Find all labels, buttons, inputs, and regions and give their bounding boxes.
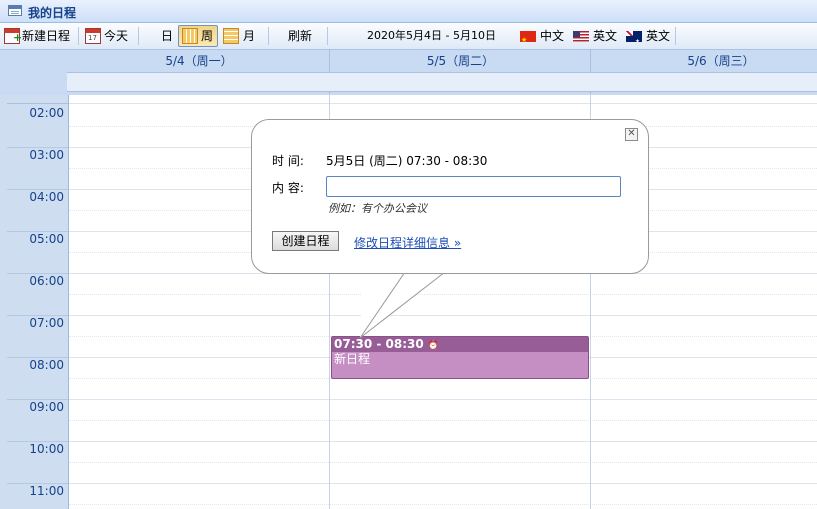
- us-flag-icon: [573, 31, 589, 42]
- calendar-event[interactable]: 07:30 - 08:30 ⏰ 新日程: [331, 336, 589, 379]
- day-header-mon[interactable]: 5/4（周一）: [68, 50, 330, 72]
- time-label: 02:00: [29, 106, 64, 120]
- today-calendar-icon: [85, 28, 101, 44]
- lang-cn-label: 中文: [540, 29, 565, 43]
- content-field-label: 内 容:: [272, 181, 304, 195]
- close-icon[interactable]: ✕: [625, 128, 638, 141]
- time-label: 07:00: [29, 316, 64, 330]
- time-column: 02:00 03:00 04:00 05:00 06:00 07:00 08:0…: [0, 95, 69, 509]
- week-grid-icon: [182, 28, 198, 44]
- time-column-gap: [0, 95, 68, 103]
- time-label: 05:00: [29, 232, 64, 246]
- time-field-label: 时 间:: [272, 154, 304, 168]
- lang-en-au-button[interactable]: 英文: [626, 25, 672, 53]
- title-bar: 我的日程: [0, 0, 817, 23]
- create-event-button[interactable]: 创建日程: [272, 231, 339, 251]
- today-button[interactable]: 今天: [83, 25, 133, 47]
- month-grid-icon: [223, 28, 239, 44]
- half-hour-line: [69, 504, 817, 505]
- time-label: 08:00: [29, 358, 64, 372]
- lang-en-au-label: 英文: [646, 29, 671, 43]
- today-label: 今天: [104, 29, 129, 43]
- toolbar-separator: [138, 27, 139, 45]
- time-label: 03:00: [29, 148, 64, 162]
- australia-flag-icon: [626, 31, 642, 53]
- day-header: 5/4（周一） 5/5（周二） 5/6（周三）: [0, 50, 817, 95]
- content-input[interactable]: [326, 176, 621, 197]
- half-hour-line: [69, 462, 817, 463]
- hour-line: [69, 103, 817, 104]
- toolbar-separator: [268, 27, 269, 45]
- hour-line: [69, 399, 817, 400]
- popup-tail: [359, 272, 446, 339]
- new-event-label: 新建日程: [22, 29, 71, 43]
- time-label: 09:00: [29, 400, 64, 414]
- toolbar-separator: [78, 27, 79, 45]
- lang-en-us-label: 英文: [593, 29, 618, 43]
- refresh-button[interactable]: 刷新: [285, 25, 319, 47]
- day-header-tue[interactable]: 5/5（周二）: [330, 50, 591, 72]
- calendar-list-icon: [8, 5, 22, 16]
- new-event-icon: [4, 28, 22, 44]
- week-view-label: 周: [201, 29, 214, 43]
- edit-details-link[interactable]: 修改日程详细信息 »: [354, 234, 461, 251]
- lang-cn-button[interactable]: 中文: [520, 25, 566, 51]
- time-column-rule: [7, 103, 68, 104]
- china-flag-icon: [520, 29, 536, 51]
- time-label: 11:00: [29, 484, 64, 498]
- toolbar: 新建日程 今天 日 周 月 刷新 2020年5月4日 - 5月10日 中文 英文…: [0, 23, 817, 53]
- refresh-label: 刷新: [288, 29, 313, 43]
- date-range-text: 2020年5月4日 - 5月10日: [367, 29, 496, 42]
- alarm-clock-icon: ⏰: [427, 341, 440, 351]
- month-view-label: 月: [243, 29, 256, 43]
- hour-line: [69, 483, 817, 484]
- day-view-label: 日: [161, 29, 174, 43]
- content-hint: 例如：有个办公会议: [328, 202, 427, 215]
- all-day-row[interactable]: [67, 72, 817, 92]
- day-header-wed[interactable]: 5/6（周三）: [591, 50, 817, 72]
- event-title: 新日程: [334, 352, 371, 366]
- new-event-button[interactable]: 新建日程: [0, 25, 76, 47]
- lang-en-us-button[interactable]: 英文: [573, 25, 619, 47]
- time-label: 06:00: [29, 274, 64, 288]
- hour-line: [69, 441, 817, 442]
- half-hour-line: [69, 420, 817, 421]
- window-title: 我的日程: [28, 6, 77, 20]
- time-label: 10:00: [29, 442, 64, 456]
- toolbar-separator: [327, 27, 328, 45]
- day-view-button[interactable]: 日: [155, 25, 177, 47]
- toolbar-separator: [675, 27, 676, 45]
- time-field-value: 5月5日 (周二) 07:30 - 08:30: [326, 154, 488, 168]
- month-view-button[interactable]: 月: [220, 25, 258, 47]
- time-label: 04:00: [29, 190, 64, 204]
- week-view-button[interactable]: 周: [178, 25, 218, 47]
